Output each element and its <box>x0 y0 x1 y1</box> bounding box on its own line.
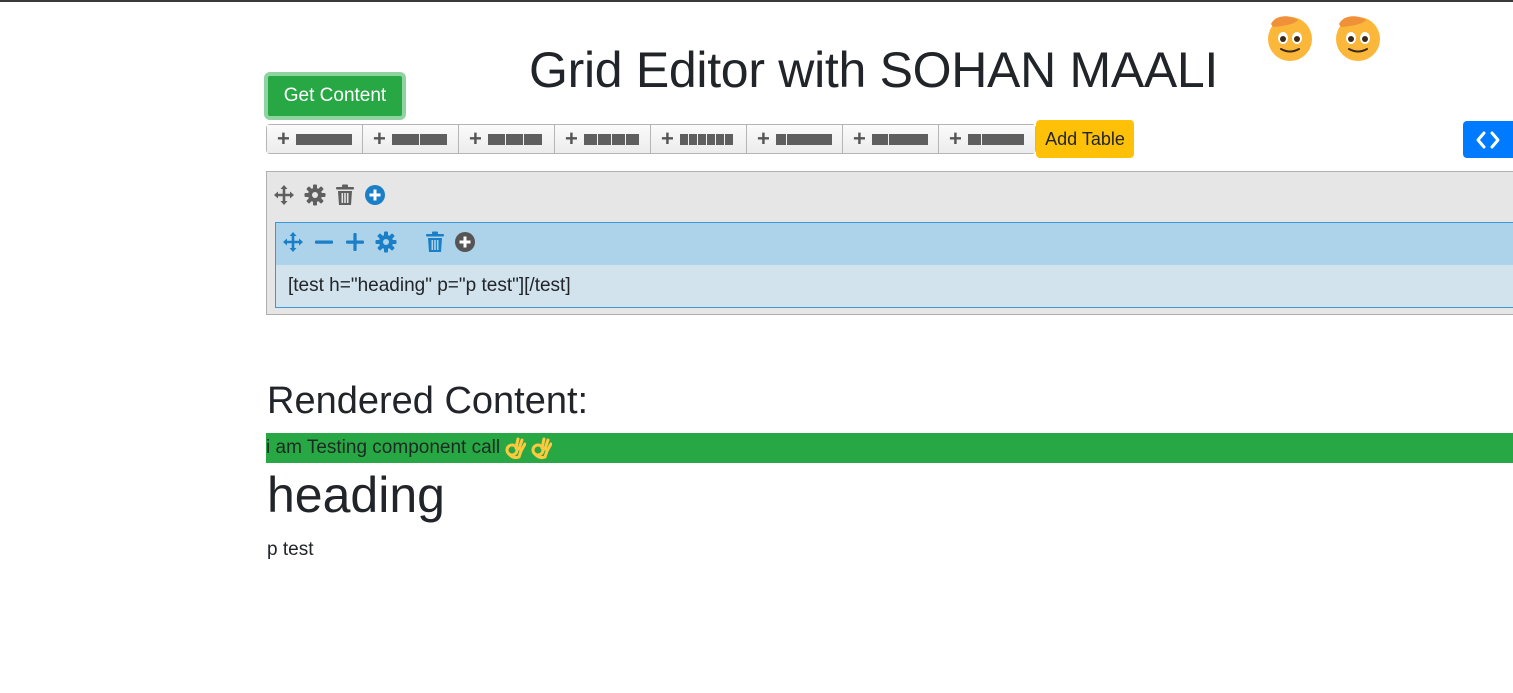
saluting-face-emoji-icon <box>1336 16 1380 61</box>
code-icon <box>1476 131 1500 148</box>
gear-icon[interactable] <box>304 184 326 206</box>
move-icon[interactable] <box>273 184 295 206</box>
plus-icon: + <box>661 126 674 151</box>
trash-icon[interactable] <box>425 231 445 253</box>
add-row-layout-3-3-3-3-button[interactable]: + <box>555 125 651 153</box>
layout-12-preview-icon <box>296 133 352 145</box>
ok-hand-emoji-icon <box>505 437 527 460</box>
layout-8-4-preview-icon <box>872 133 928 145</box>
add-row-layout-4-4-4-button[interactable]: + <box>459 125 555 153</box>
layout-button-group: + + + + + + + + <box>266 124 1036 154</box>
add-circle-icon[interactable] <box>364 184 386 206</box>
add-table-button[interactable]: Add Table <box>1036 120 1134 158</box>
column-toolbar <box>276 223 1513 265</box>
move-icon[interactable] <box>282 231 304 253</box>
page-title: Grid Editor with SOHAN MAALI <box>529 41 1219 98</box>
add-row-layout-4-8-button[interactable]: + <box>747 125 843 153</box>
add-row-layout-8-4-button[interactable]: + <box>843 125 939 153</box>
layout-6-6-preview-icon <box>392 133 447 145</box>
get-content-button[interactable]: Get Content <box>264 72 406 120</box>
plus-icon[interactable] <box>344 231 366 253</box>
layout-3-3-3-3-preview-icon <box>584 133 639 145</box>
code-view-button[interactable] <box>1463 121 1513 158</box>
layout-4-8-preview-icon <box>776 133 832 145</box>
add-row-layout-6-6-button[interactable]: + <box>363 125 459 153</box>
trash-icon[interactable] <box>335 184 355 206</box>
layout-4-4-4-preview-icon <box>488 133 542 145</box>
component-banner: i am Testing component call <box>266 433 1513 463</box>
add-row-layout-9-3-button[interactable]: + <box>939 125 1035 153</box>
grid-column[interactable]: [test h="heading" p="p test"][/test] <box>275 222 1513 308</box>
plus-icon: + <box>277 126 290 151</box>
layout-9-3-preview-icon <box>968 133 1024 145</box>
layout-2x6-preview-icon <box>680 133 733 145</box>
add-row-layout-12-button[interactable]: + <box>267 125 363 153</box>
banner-text: i am Testing component call <box>266 437 501 458</box>
component-paragraph: p test <box>267 539 314 560</box>
plus-icon: + <box>949 126 962 151</box>
plus-icon: + <box>565 126 578 151</box>
row-toolbar <box>273 182 386 208</box>
plus-icon: + <box>373 126 386 151</box>
minus-icon[interactable] <box>313 231 335 253</box>
add-circle-icon[interactable] <box>454 231 476 253</box>
ok-hand-emoji-icon <box>531 437 553 460</box>
add-row-layout-2x6-button[interactable]: + <box>651 125 747 153</box>
grid-row: [test h="heading" p="p test"][/test] <box>266 171 1513 315</box>
rendered-content-heading: Rendered Content: <box>267 380 589 422</box>
column-content[interactable]: [test h="heading" p="p test"][/test] <box>288 275 571 297</box>
plus-icon: + <box>757 126 770 151</box>
saluting-face-emoji-icon <box>1268 16 1312 61</box>
plus-icon: + <box>853 126 866 151</box>
plus-icon: + <box>469 126 482 151</box>
window-top-border <box>0 0 1513 2</box>
component-heading: heading <box>267 467 445 523</box>
gear-icon[interactable] <box>375 231 397 253</box>
